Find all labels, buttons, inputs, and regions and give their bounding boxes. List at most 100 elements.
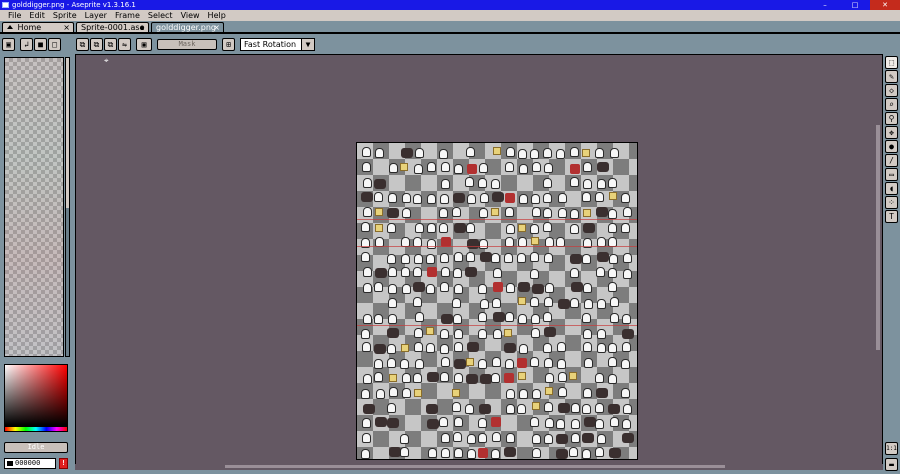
text-tool-icon[interactable]: T <box>885 210 898 223</box>
eyedropper-tool-icon[interactable]: ⌕ <box>885 98 898 111</box>
selection-add-icon[interactable]: ■ <box>34 38 47 51</box>
sprite-gold <box>375 208 383 216</box>
sprite-item <box>622 433 634 443</box>
sprite-frame <box>387 223 396 233</box>
move-tool-icon[interactable]: ✥ <box>885 126 898 139</box>
zoom-tool-icon[interactable]: ⚲ <box>885 112 898 125</box>
sprite-frame <box>608 343 617 353</box>
sprite-frame <box>595 419 604 429</box>
sprite-frame <box>610 313 619 323</box>
sprite-gold <box>582 149 590 157</box>
paint-bucket-tool-icon[interactable]: ● <box>885 140 898 153</box>
flip-icon[interactable]: ⇋ <box>118 38 131 51</box>
sprite-frame <box>361 252 370 262</box>
tab-home-label: Home <box>17 23 42 32</box>
blur-tool-icon[interactable]: ◖ <box>885 182 898 195</box>
menu-file[interactable]: File <box>4 10 25 21</box>
paste-icon[interactable]: ⧉ <box>104 38 117 51</box>
sprite-item <box>441 314 453 324</box>
sprite-item <box>556 449 568 459</box>
sprite-gold <box>491 208 499 216</box>
canvas-workspace[interactable]: ⌖ <box>75 54 883 467</box>
spray-tool-icon[interactable]: ⁘ <box>885 196 898 209</box>
sprite-frame <box>376 389 385 399</box>
sprite-frame <box>439 208 448 218</box>
sprite-frame <box>623 253 632 263</box>
mask-color-icon[interactable]: ▣ <box>136 38 152 51</box>
pencil-tool-icon[interactable]: ✎ <box>885 70 898 83</box>
close-button[interactable]: ✕ <box>870 0 900 10</box>
sprite-frame <box>519 194 528 204</box>
tab-golddigger-label: golddigger.png <box>156 23 216 32</box>
sprite-item <box>467 239 479 249</box>
rectangle-tool-icon[interactable]: ▭ <box>885 168 898 181</box>
selection-replace-icon[interactable]: ↲ <box>20 38 33 51</box>
menu-help[interactable]: Help <box>204 10 230 21</box>
vertical-scrollbar[interactable] <box>876 125 880 350</box>
horizontal-scrollbar[interactable] <box>75 464 883 470</box>
sprite-frame <box>530 297 539 307</box>
menu-frame[interactable]: Frame <box>111 10 144 21</box>
marquee-tool-icon[interactable]: ⬚ <box>885 56 898 69</box>
sprite-item <box>465 267 477 277</box>
palette-grid[interactable] <box>4 57 64 357</box>
sprite-frame <box>583 283 592 293</box>
line-tool-icon[interactable]: / <box>885 154 898 167</box>
minimize-button[interactable]: – <box>810 0 840 10</box>
sprite-canvas[interactable] <box>356 142 638 460</box>
menu-select[interactable]: Select <box>144 10 177 21</box>
sprite-frame <box>452 402 461 412</box>
sprite-frame <box>374 359 383 369</box>
sprite-frame <box>362 162 371 172</box>
sprite-frame <box>531 328 540 338</box>
sprite-frame <box>415 223 424 233</box>
copy-icon[interactable]: ⧉ <box>90 38 103 51</box>
foreground-color-field[interactable]: 000000 <box>4 458 56 469</box>
sprite-frame <box>363 207 372 217</box>
status-button[interactable]: Idle <box>4 442 68 453</box>
warning-icon[interactable]: ! <box>59 458 68 469</box>
sprite-frame <box>440 329 449 339</box>
sprite-item <box>427 419 439 429</box>
lock-icon[interactable]: ▣ <box>2 38 15 51</box>
pivot-icon[interactable]: ⊞ <box>222 38 235 51</box>
sprite-frame <box>440 344 449 354</box>
selection-subtract-icon[interactable]: □ <box>48 38 61 51</box>
hue-slider[interactable] <box>4 426 68 432</box>
sprite-frame <box>506 389 515 399</box>
horizontal-scroll-thumb[interactable] <box>225 465 725 468</box>
maximize-button[interactable]: □ <box>840 0 870 10</box>
sprite-frame <box>622 342 631 352</box>
menu-sprite[interactable]: Sprite <box>49 10 81 21</box>
sprite-frame <box>454 448 463 458</box>
mask-slider[interactable]: Mask <box>157 39 217 50</box>
menu-view[interactable]: View <box>177 10 204 21</box>
sprite-frame <box>388 284 397 294</box>
sprite-frame <box>479 163 488 173</box>
sprite-frame <box>621 388 630 398</box>
sprite-gold <box>452 389 460 397</box>
sprite-frame <box>530 417 539 427</box>
menu-edit[interactable]: Edit <box>25 10 49 21</box>
sprite-frame <box>478 329 487 339</box>
sprite-frame <box>467 194 476 204</box>
rotation-algorithm-select[interactable]: Fast Rotation <box>240 38 302 51</box>
guide-line <box>357 246 637 247</box>
eraser-tool-icon[interactable]: ◇ <box>885 84 898 97</box>
menu-layer[interactable]: Layer <box>81 10 111 21</box>
palette-scroll-thumb[interactable] <box>66 58 69 208</box>
sprite-frame <box>454 284 463 294</box>
sprite-frame <box>402 208 411 218</box>
sprite-frame <box>584 358 593 368</box>
sprite-red <box>570 164 580 174</box>
sprite-frame <box>544 402 553 412</box>
color-hex-value: 000000 <box>15 459 41 467</box>
preview-button[interactable]: 1:1 <box>885 442 898 455</box>
timeline-icon[interactable]: ▬ <box>885 458 898 471</box>
palette-scrollbar[interactable] <box>65 57 70 357</box>
sprite-frame <box>388 267 397 277</box>
chevron-down-icon[interactable]: ▼ <box>301 38 315 51</box>
transform-icon[interactable]: ⧉ <box>76 38 89 51</box>
sprite-frame <box>544 358 553 368</box>
color-spectrum[interactable] <box>4 364 68 426</box>
